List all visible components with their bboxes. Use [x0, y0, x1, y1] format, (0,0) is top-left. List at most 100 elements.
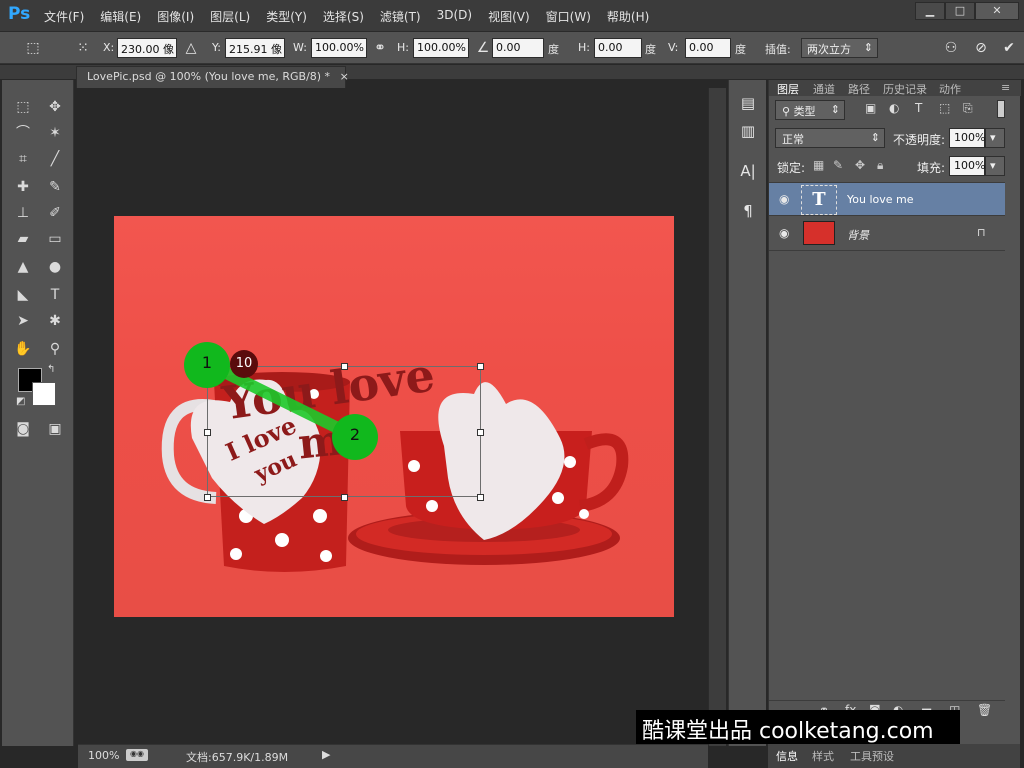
menu-help[interactable]: 帮助(H) [607, 8, 649, 25]
filter-type-icon[interactable]: T [915, 101, 922, 115]
angle-field[interactable]: 0.00 [492, 38, 544, 58]
menu-3d[interactable]: 3D(D) [437, 8, 472, 25]
tab-paths[interactable]: 路径 [848, 81, 870, 97]
quick-mask-icon[interactable]: ◙ [12, 418, 34, 440]
brush-tool-icon[interactable]: ✎ [44, 176, 66, 198]
menu-filter[interactable]: 滤镜(T) [380, 8, 421, 25]
minimize-icon[interactable]: ▁ [915, 2, 945, 20]
history-brush-icon[interactable]: ✐ [44, 202, 66, 224]
lock-position-icon[interactable]: ✥ [855, 158, 865, 172]
cancel-transform-icon[interactable]: ⊘ [970, 38, 992, 58]
text-layer-thumbnail-icon: T [801, 185, 837, 215]
background-color-swatch[interactable] [32, 382, 56, 406]
screen-mode-icon[interactable]: ▣ [44, 418, 66, 440]
character-panel-icon[interactable]: A| [737, 160, 759, 182]
layer-row-background[interactable]: ◉ 背景 ⊓ [769, 217, 1005, 251]
tab-actions[interactable]: 动作 [939, 81, 961, 97]
layer-row-text[interactable]: ◉ T You love me [769, 182, 1005, 216]
tab-styles[interactable]: 样式 [812, 748, 834, 764]
menu-type[interactable]: 类型(Y) [266, 8, 307, 25]
angle-icon: ∠ [476, 40, 490, 56]
menu-image[interactable]: 图像(I) [157, 8, 194, 25]
healing-brush-icon[interactable]: ✚ [12, 176, 34, 198]
panel-menu-icon[interactable]: ≡ [1001, 81, 1010, 94]
close-icon[interactable]: ✕ [975, 2, 1019, 20]
step-counter-label: 10 [235, 356, 253, 371]
type-tool-icon[interactable]: T [44, 284, 66, 306]
tab-info[interactable]: 信息 [776, 748, 798, 764]
maximize-icon[interactable]: □ [945, 2, 975, 20]
transform-tool-icon[interactable]: ⬚ [22, 38, 44, 58]
delete-layer-icon[interactable]: 🗑︎ [977, 703, 992, 717]
opacity-dropdown-icon[interactable]: ▾ [985, 128, 1005, 148]
shape-tool-icon[interactable]: ✱ [44, 310, 66, 332]
visibility-eye-icon[interactable]: ◉ [779, 192, 789, 206]
dodge-tool-icon[interactable]: ● [44, 256, 66, 278]
filter-toggle-icon[interactable] [997, 100, 1005, 118]
delta-icon[interactable]: △ [180, 38, 202, 58]
link-icon[interactable]: ⚭ [369, 38, 391, 58]
zoom-level[interactable]: 100% [88, 749, 119, 762]
fill-dropdown-icon[interactable]: ▾ [985, 156, 1005, 176]
layer-name[interactable]: 背景 [847, 227, 869, 243]
filter-pixel-icon[interactable]: ▣ [865, 101, 876, 115]
document-tab[interactable]: LovePic.psd @ 100% (You love me, RGB/8) … [76, 66, 349, 88]
swap-colors-icon[interactable]: ↰ [47, 364, 55, 375]
lock-transparency-icon[interactable]: ▦ [813, 158, 824, 172]
default-colors-icon[interactable]: ◩ [16, 396, 25, 407]
commit-transform-icon[interactable]: ✔ [998, 38, 1020, 58]
marquee-tool-icon[interactable]: ⬚ [12, 96, 34, 118]
menu-select[interactable]: 选择(S) [323, 8, 364, 25]
reference-point-icon[interactable]: ⁙ [72, 38, 94, 58]
filter-adjustment-icon[interactable]: ◐ [889, 101, 899, 115]
vertical-scrollbar[interactable] [708, 88, 726, 746]
pen-tool-icon[interactable]: ◣ [12, 284, 34, 306]
properties-panel-icon[interactable]: ▥ [737, 120, 759, 142]
zoom-tool-icon[interactable]: ⚲ [44, 338, 66, 360]
tab-tool-presets[interactable]: 工具预设 [850, 748, 894, 764]
visibility-eye-icon[interactable]: ◉ [779, 226, 789, 240]
move-tool-icon[interactable]: ✥ [44, 96, 66, 118]
menu-layer[interactable]: 图层(L) [210, 8, 250, 25]
crop-tool-icon[interactable]: ⌗ [12, 148, 34, 170]
tab-history[interactable]: 历史记录 [883, 81, 927, 97]
interpolation-select[interactable]: 两次立方 ⇕ [801, 38, 878, 58]
filter-smart-object-icon[interactable]: ⎘ [963, 101, 973, 116]
blur-tool-icon[interactable]: ▲ [12, 256, 34, 278]
hand-tool-icon[interactable]: ✋ [12, 338, 34, 360]
path-select-icon[interactable]: ➤ [12, 310, 34, 332]
lock-all-icon[interactable]: 🔒︎ [877, 158, 883, 173]
warp-icon[interactable]: ⚇ [940, 38, 962, 58]
opacity-field[interactable]: 100% [949, 128, 985, 148]
tab-layers[interactable]: 图层 [777, 81, 799, 97]
menu-file[interactable]: 文件(F) [44, 8, 84, 25]
x-field[interactable]: 230.00 像 [117, 38, 177, 58]
history-panel-icon[interactable]: ▤ [737, 92, 759, 114]
blend-mode-select[interactable]: 正常 ⇕ [775, 128, 885, 148]
eraser-icon[interactable]: ▰ [12, 228, 34, 250]
fill-field[interactable]: 100% [949, 156, 985, 176]
image-canvas[interactable]: You love me I love you 1 2 10 [114, 216, 674, 617]
clone-stamp-icon[interactable]: ⊥ [12, 202, 34, 224]
w-field[interactable]: 100.00% [311, 38, 367, 58]
vskew-field[interactable]: 0.00 [685, 38, 731, 58]
status-menu-icon[interactable]: ▶ [322, 748, 330, 761]
menu-window[interactable]: 窗口(W) [546, 8, 591, 25]
menu-edit[interactable]: 编辑(E) [100, 8, 141, 25]
paragraph-panel-icon[interactable]: ¶ [737, 200, 759, 222]
lasso-tool-icon[interactable]: ⌒ [12, 122, 34, 144]
filter-shape-icon[interactable]: ⬚ [939, 101, 950, 115]
tab-channels[interactable]: 通道 [813, 81, 835, 97]
tab-close-icon[interactable]: × [340, 70, 349, 83]
magic-wand-icon[interactable]: ✶ [44, 122, 66, 144]
status-icon: ◉◉ [126, 749, 148, 761]
layer-name[interactable]: You love me [847, 193, 914, 206]
h-field[interactable]: 100.00% [413, 38, 469, 58]
hskew-field[interactable]: 0.00 [594, 38, 642, 58]
filter-kind-select[interactable]: ⚲ 类型 ⇕ [775, 100, 845, 120]
menu-view[interactable]: 视图(V) [488, 8, 530, 25]
y-field[interactable]: 215.91 像 [225, 38, 285, 58]
eyedropper-icon[interactable]: ╱ [44, 148, 66, 170]
gradient-icon[interactable]: ▭ [44, 228, 66, 250]
lock-pixels-icon[interactable]: ✎ [833, 158, 843, 172]
